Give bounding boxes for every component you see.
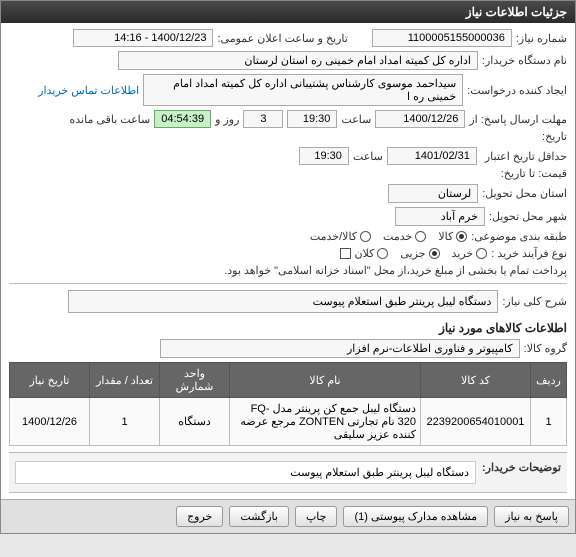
cell-name: دستگاه لیبل جمع کن پرینتر مدل FQ-320 نام…	[230, 398, 421, 446]
val-province: لرستان	[388, 184, 478, 203]
radio-group-category: کالا خدمت کالا/خدمت	[310, 230, 467, 243]
need-details-panel: جزئیات اطلاعات نیاز شماره نیاز: 11000051…	[0, 0, 576, 534]
lbl-pay-note: پرداخت تمام یا بخشی از مبلغ خرید،از محل …	[224, 264, 567, 277]
lbl-announce-dt: تاریخ و ساعت اعلان عمومی:	[217, 32, 347, 45]
val-price-valid-date: 1401/02/31	[387, 147, 477, 165]
print-button[interactable]: چاپ	[295, 506, 338, 527]
radio-dot-icon	[456, 231, 467, 242]
cell-date: 1400/12/26	[10, 398, 90, 446]
lbl-time-left: ساعت باقی مانده	[70, 113, 151, 126]
panel-title: جزئیات اطلاعات نیاز	[1, 1, 575, 23]
val-price-valid-time: 19:30	[299, 147, 349, 165]
footer-bar: پاسخ به نیاز مشاهده مدارک پیوستی (1) چاپ…	[1, 499, 575, 533]
lbl-time-1: ساعت	[341, 113, 371, 126]
buyer-notes-block: توضیحات خریدار: دستگاه لیبل پرینتر طبق ا…	[9, 452, 567, 493]
lbl-to-date: تاریخ:	[542, 130, 567, 143]
cell-code: 2239200654010001	[421, 398, 531, 446]
back-button[interactable]: بازگشت	[229, 506, 289, 527]
radio-label: کالا/خدمت	[310, 230, 357, 243]
separator	[9, 283, 567, 284]
cell-unit: دستگاه	[160, 398, 230, 446]
th-qty: تعداد / مقدار	[90, 363, 160, 398]
table-row[interactable]: 1 2239200654010001 دستگاه لیبل جمع کن پر…	[10, 398, 567, 446]
val-buyer-notes: دستگاه لیبل پرینتر طبق استعلام پیوست	[15, 461, 476, 484]
lbl-price-valid: حداقل تاریخ اعتبار	[485, 150, 567, 163]
th-code: کد کالا	[421, 363, 531, 398]
lbl-buyer-org: نام دستگاه خریدار:	[482, 54, 567, 67]
exit-button[interactable]: خروج	[176, 506, 223, 527]
section-items-heading: اطلاعات کالاهای مورد نیاز	[9, 321, 567, 335]
radio-buy-1[interactable]: جزیی	[400, 247, 439, 260]
th-idx: ردیف	[531, 363, 567, 398]
lbl-requester: ایجاد کننده درخواست:	[467, 84, 567, 97]
lbl-goods-group: گروه کالا:	[524, 342, 567, 355]
lbl-need-no: شماره نیاز:	[516, 32, 567, 45]
checkbox-treasury[interactable]	[340, 248, 351, 259]
radio-buy-0[interactable]: خرید	[452, 247, 488, 260]
radio-label: خرید	[452, 247, 474, 260]
radio-dot-icon	[360, 231, 371, 242]
val-deadline-time: 19:30	[287, 110, 337, 128]
lbl-city: شهر محل تحویل:	[489, 210, 567, 223]
attachments-button[interactable]: مشاهده مدارک پیوستی (1)	[343, 506, 488, 527]
th-unit: واحد شمارش	[160, 363, 230, 398]
radio-dot-icon	[429, 248, 440, 259]
radio-dot-icon	[415, 231, 426, 242]
val-buyer-org: اداره کل کمیته امداد امام خمینی ره استان…	[118, 51, 478, 70]
radio-label: جزیی	[400, 247, 425, 260]
lbl-buyer-notes: توضیحات خریدار:	[482, 461, 561, 484]
val-city: خرم آباد	[395, 207, 485, 226]
val-deadline-date: 1400/12/26	[375, 110, 465, 128]
val-countdown: 04:54:39	[154, 110, 211, 128]
radio-category-1[interactable]: خدمت	[383, 230, 426, 243]
radio-label: خدمت	[383, 230, 412, 243]
cell-idx: 1	[531, 398, 567, 446]
radio-buy-2[interactable]: کلان	[355, 247, 389, 260]
lbl-need-title: شرح کلی نیاز:	[502, 295, 567, 308]
th-date: تاریخ نیاز	[10, 363, 90, 398]
val-announce-dt: 1400/12/23 - 14:16	[73, 29, 213, 47]
lbl-deadline: مهلت ارسال پاسخ: از	[469, 113, 567, 126]
items-table: ردیف کد کالا نام کالا واحد شمارش تعداد /…	[9, 362, 567, 446]
radio-label: کالا	[438, 230, 453, 243]
radio-label: کلان	[355, 247, 375, 260]
cell-qty: 1	[90, 398, 160, 446]
link-contact-info[interactable]: اطلاعات تماس خریدار	[38, 84, 139, 97]
lbl-category: طبقه بندی موضوعی:	[471, 230, 567, 243]
radio-category-0[interactable]: کالا	[438, 230, 467, 243]
val-days-left: 3	[243, 110, 283, 128]
lbl-days-and: روز و	[215, 113, 239, 126]
table-header-row: ردیف کد کالا نام کالا واحد شمارش تعداد /…	[10, 363, 567, 398]
reply-button[interactable]: پاسخ به نیاز	[494, 506, 569, 527]
radio-category-2[interactable]: کالا/خدمت	[310, 230, 371, 243]
lbl-price-valid2: قیمت: تا تاریخ:	[501, 167, 567, 180]
lbl-time-2: ساعت	[353, 150, 383, 163]
radio-group-buy-process: خرید جزیی کلان	[355, 247, 488, 260]
val-need-title: دستگاه لیبل پرینتر طبق استعلام پیوست	[68, 290, 498, 313]
lbl-province: استان محل تحویل:	[482, 187, 567, 200]
val-goods-group: کامپیوتر و فناوری اطلاعات-نرم افزار	[160, 339, 520, 358]
radio-dot-icon	[377, 248, 388, 259]
th-name: نام کالا	[230, 363, 421, 398]
radio-dot-icon	[476, 248, 487, 259]
lbl-buy-process: نوع فرآیند خرید :	[491, 247, 567, 260]
val-need-no: 1100005155000036	[372, 29, 512, 47]
form-body: شماره نیاز: 1100005155000036 تاریخ و ساع…	[1, 23, 575, 499]
val-requester: سیداحمد موسوی کارشناس پشتیبانی اداره کل …	[143, 74, 463, 106]
